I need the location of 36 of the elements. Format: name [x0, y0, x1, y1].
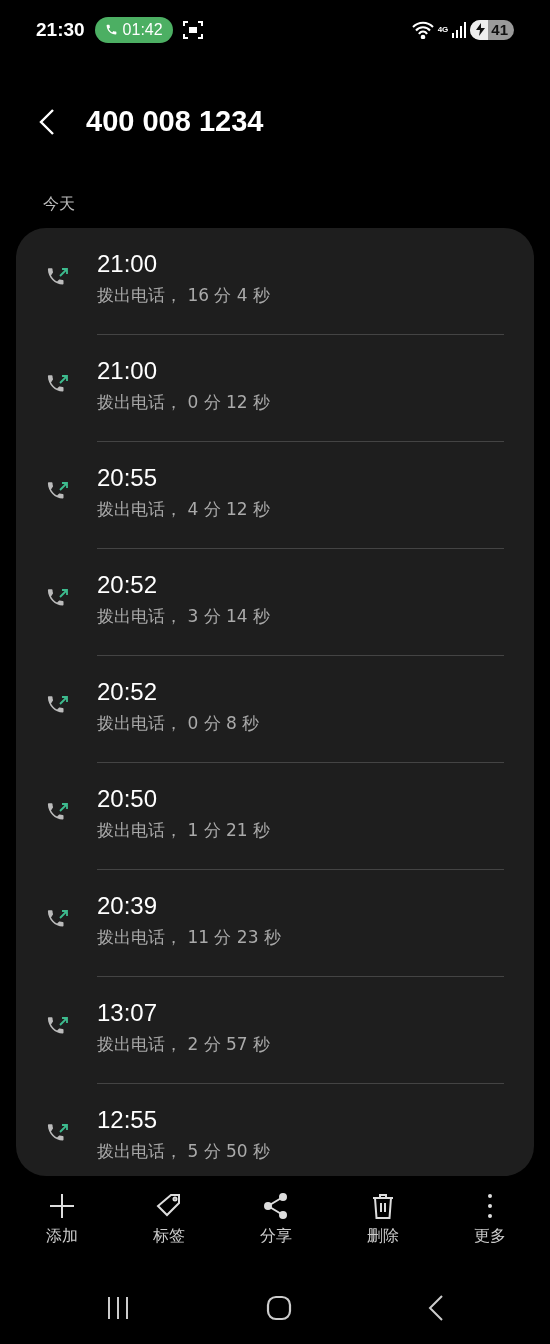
charging-icon — [470, 19, 489, 40]
call-time: 20:39 — [97, 891, 158, 920]
call-time: 21:00 — [97, 249, 158, 278]
call-detail: 拨出电话， 0 分 12 秒 — [97, 390, 271, 414]
share-icon — [261, 1192, 290, 1221]
status-time: 21:30 — [36, 18, 85, 41]
tag-button[interactable]: 标签 — [138, 1192, 199, 1249]
call-detail: 拨出电话， 2 分 57 秒 — [97, 1032, 271, 1056]
call-detail: 拨出电话， 5 分 50 秒 — [97, 1139, 271, 1163]
call-detail: 拨出电话， 4 分 12 秒 — [97, 497, 271, 521]
share-button[interactable]: 分享 — [245, 1192, 306, 1249]
call-detail: 拨出电话， 11 分 23 秒 — [97, 925, 281, 949]
call-time: 21:00 — [97, 356, 158, 385]
call-detail: 拨出电话， 16 分 4 秒 — [97, 283, 271, 307]
phone-icon — [104, 23, 118, 37]
more-button[interactable]: 更多 — [459, 1192, 520, 1249]
screenshot-icon — [182, 20, 203, 39]
more-icon — [486, 1192, 493, 1221]
call-time: 20:55 — [97, 463, 158, 492]
signal-icon — [452, 21, 467, 38]
add-icon — [47, 1192, 76, 1221]
call-detail: 拨出电话， 1 分 21 秒 — [97, 818, 271, 842]
network-type: 4G — [437, 25, 449, 35]
add-button[interactable]: 添加 — [31, 1192, 92, 1249]
phone-number-title: 400 008 1234 — [86, 105, 264, 139]
call-time: 20:52 — [97, 570, 158, 599]
delete-button[interactable]: 删除 — [352, 1192, 413, 1249]
section-label: 今天 — [42, 193, 75, 215]
battery-indicator: 41 — [470, 19, 514, 40]
call-detail: 拨出电话， 0 分 8 秒 — [97, 711, 260, 735]
call-time: 20:50 — [97, 784, 158, 813]
call-time: 12:55 — [97, 1105, 158, 1134]
call-time: 20:52 — [97, 677, 158, 706]
call-time: 13:07 — [97, 998, 158, 1027]
call-detail: 拨出电话， 3 分 14 秒 — [97, 604, 271, 628]
wifi-icon — [411, 20, 434, 39]
